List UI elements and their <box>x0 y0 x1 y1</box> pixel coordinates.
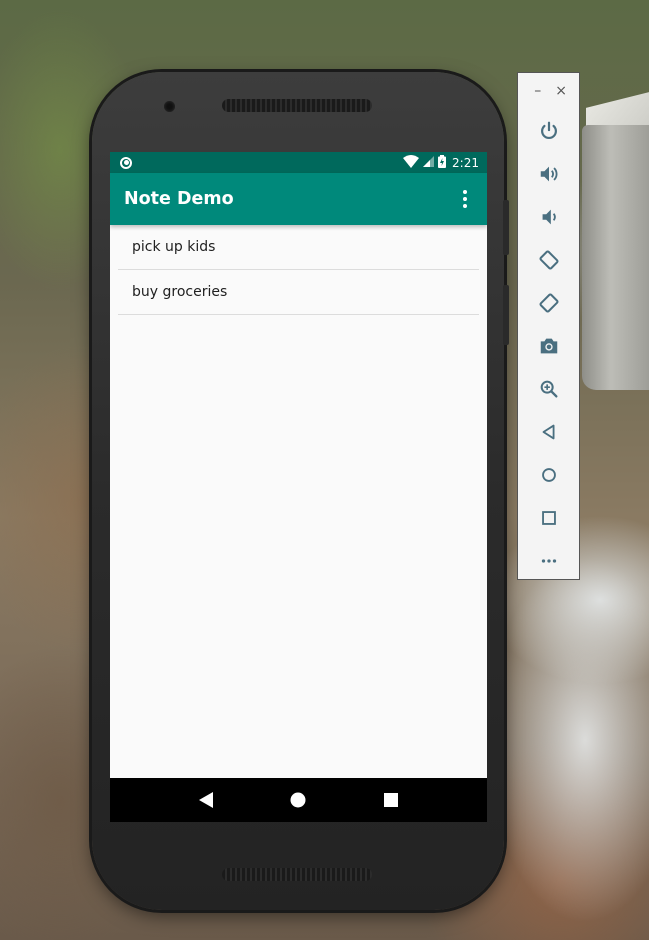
navigation-bar <box>110 778 487 822</box>
top-speaker <box>222 99 372 112</box>
rotate-left-icon <box>538 249 559 270</box>
back-triangle-icon <box>199 792 214 808</box>
app-bar: Note Demo <box>110 173 487 225</box>
bottom-speaker <box>222 868 372 881</box>
front-camera <box>164 101 175 112</box>
overview-icon <box>541 510 556 525</box>
more-button[interactable] <box>518 539 579 582</box>
power-icon <box>540 121 557 139</box>
background-bucket <box>582 125 649 390</box>
wifi-icon <box>403 154 420 171</box>
side-button-volume <box>503 200 509 255</box>
rotate-right-icon <box>538 292 559 313</box>
screenshot-camera-icon <box>540 338 557 353</box>
notification-icon <box>120 156 132 169</box>
device-screen: 2:21 Note Demo pick up kids buy grocerie… <box>110 152 487 822</box>
home-button[interactable] <box>518 453 579 496</box>
overflow-dot-icon <box>463 197 467 201</box>
back-button[interactable] <box>518 410 579 453</box>
back-icon <box>542 424 554 439</box>
home-circle-icon <box>290 792 306 808</box>
rotate-right-button[interactable] <box>518 281 579 324</box>
close-button[interactable]: × <box>555 83 567 99</box>
overflow-dot-icon <box>463 190 467 194</box>
more-icon <box>541 558 556 563</box>
emulator-toolbar: – × <box>517 72 580 580</box>
list-item[interactable]: pick up kids <box>118 225 479 270</box>
note-text: pick up kids <box>132 239 216 255</box>
nav-back-button[interactable] <box>191 785 221 815</box>
status-bar: 2:21 <box>110 152 487 173</box>
emulator-window-controls: – × <box>518 73 579 109</box>
home-icon <box>541 467 556 482</box>
volume-up-button[interactable] <box>518 152 579 195</box>
power-button[interactable] <box>518 109 579 152</box>
status-time: 2:21 <box>452 155 479 170</box>
rotate-left-button[interactable] <box>518 238 579 281</box>
volume-up-icon <box>540 166 557 181</box>
zoom-button[interactable] <box>518 367 579 410</box>
screenshot-button[interactable] <box>518 324 579 367</box>
overflow-menu-button[interactable] <box>457 187 473 211</box>
note-text: buy groceries <box>132 284 228 300</box>
overflow-dot-icon <box>463 204 467 208</box>
minimize-button[interactable]: – <box>534 83 541 99</box>
list-item[interactable]: buy groceries <box>118 270 479 315</box>
cell-signal-icon <box>423 155 435 170</box>
nav-home-button[interactable] <box>283 785 313 815</box>
note-list: pick up kids buy groceries <box>110 225 487 315</box>
nav-overview-button[interactable] <box>376 785 406 815</box>
volume-down-icon <box>542 209 556 224</box>
side-button-power <box>503 285 509 345</box>
battery-icon <box>438 154 447 171</box>
overview-button[interactable] <box>518 496 579 539</box>
overview-square-icon <box>383 793 398 807</box>
app-title: Note Demo <box>124 189 234 209</box>
volume-down-button[interactable] <box>518 195 579 238</box>
zoom-icon <box>540 380 558 398</box>
